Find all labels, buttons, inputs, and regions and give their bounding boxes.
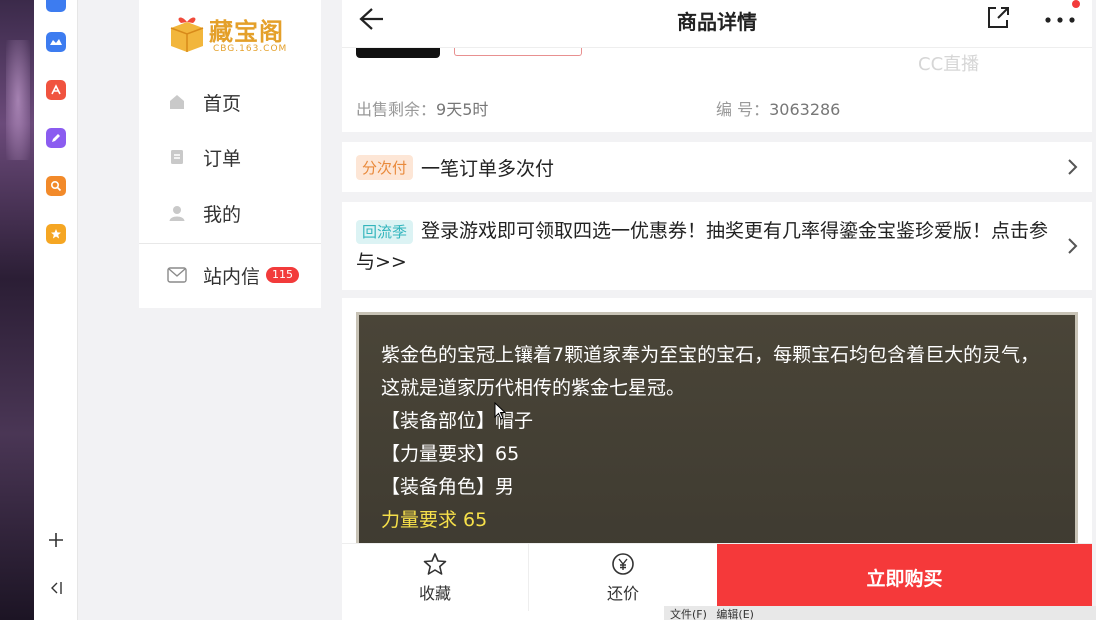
unread-count-badge: 115 bbox=[266, 267, 300, 283]
page-title: 商品详情 bbox=[677, 10, 757, 34]
item-attribute-strength: 【力量要求】65 bbox=[381, 443, 520, 465]
dock-cloud-icon[interactable] bbox=[46, 32, 66, 52]
sidenav-item-label: 站内信 bbox=[203, 265, 261, 288]
desktop-background-art bbox=[0, 0, 36, 620]
bargain-button[interactable]: 还价 bbox=[529, 544, 717, 611]
sidenav-item-inbox[interactable]: 站内信 115 bbox=[167, 260, 317, 290]
item-description-box: 紫金色的宝冠上镶着7颗道家奉为至宝的宝石，每颗宝石均包含着巨大的灵气，这就是道家… bbox=[356, 312, 1078, 552]
add-icon[interactable] bbox=[44, 528, 68, 552]
dock-pdf-icon[interactable] bbox=[46, 80, 66, 100]
chevron-right-icon bbox=[1068, 159, 1078, 175]
bargain-label: 还价 bbox=[606, 583, 639, 603]
gift-box-icon bbox=[170, 17, 204, 52]
app-dock bbox=[34, 0, 78, 620]
home-icon bbox=[167, 92, 187, 112]
favorite-button[interactable]: 收藏 bbox=[342, 544, 528, 611]
mouse-cursor-icon bbox=[494, 402, 506, 420]
sidenav-item-home[interactable]: 首页 bbox=[167, 87, 317, 117]
time-remaining: 出售剩余：9天5时 bbox=[356, 96, 488, 120]
return-season-text: 登录游戏即可领取四选一优惠券！抽奖更有几率得鎏金宝鉴珍爱版！点击参与>> bbox=[356, 220, 1049, 273]
chevron-right-icon bbox=[1068, 238, 1078, 254]
time-remaining-value: 9天5时 bbox=[436, 100, 489, 119]
listing-id: 编 号：3063286 bbox=[716, 96, 840, 120]
time-remaining-label: 出售剩余： bbox=[356, 100, 437, 119]
user-icon bbox=[167, 203, 187, 223]
more-options-icon[interactable] bbox=[1042, 4, 1078, 32]
stream-watermark: CC直播 bbox=[918, 54, 980, 75]
item-attribute-role: 【装备角色】男 bbox=[381, 476, 515, 498]
logo-text: 藏宝阁 bbox=[209, 17, 284, 46]
buy-now-button[interactable]: 立即购买 bbox=[717, 544, 1092, 611]
yen-coin-icon bbox=[612, 552, 634, 575]
mail-icon bbox=[167, 265, 187, 285]
background-window-menubar: 文件(F) 编辑(E) bbox=[664, 606, 1096, 620]
product-detail-panel: CC直播 出售剩余：9天5时 编 号：3063286 商品详情 分次付 一笔订单… bbox=[342, 0, 1092, 620]
sidenav-divider bbox=[139, 243, 321, 244]
star-outline-icon bbox=[423, 552, 447, 575]
sidenav-item-label: 我的 bbox=[203, 203, 242, 226]
dock-star-icon[interactable] bbox=[46, 224, 66, 244]
menu-edit: 编辑(E) bbox=[716, 608, 754, 620]
installment-tag: 分次付 bbox=[356, 155, 414, 180]
dock-edit-icon[interactable] bbox=[46, 128, 66, 148]
sidenav-item-label: 首页 bbox=[203, 92, 242, 115]
menu-file: 文件(F) bbox=[670, 608, 707, 620]
dock-app-blue-icon[interactable] bbox=[46, 0, 66, 12]
item-highlight-requirement: 力量要求 65 bbox=[381, 509, 488, 531]
listing-id-label: 编 号： bbox=[716, 100, 770, 119]
sidenav-item-orders[interactable]: 订单 bbox=[167, 142, 317, 172]
sidenav-item-mine[interactable]: 我的 bbox=[167, 198, 317, 228]
header-bar: 商品详情 bbox=[342, 0, 1092, 48]
item-intro-text: 紫金色的宝冠上镶着7颗道家奉为至宝的宝石，每颗宝石均包含着巨大的灵气，这就是道家… bbox=[381, 344, 1040, 399]
listing-info-section: CC直播 出售剩余：9天5时 编 号：3063286 bbox=[342, 48, 1092, 132]
item-description-section: 紫金色的宝冠上镶着7颗道家奉为至宝的宝石，每颗宝石均包含着巨大的灵气，这就是道家… bbox=[342, 298, 1092, 552]
favorite-label: 收藏 bbox=[418, 583, 451, 603]
listing-id-value: 3063286 bbox=[769, 100, 841, 119]
site-logo[interactable]: 藏宝阁 CBG.163.COM bbox=[167, 8, 297, 58]
return-season-tag: 回流季 bbox=[356, 220, 414, 244]
share-icon[interactable] bbox=[984, 4, 1012, 32]
return-season-promo-row[interactable]: 回流季 登录游戏即可领取四选一优惠券！抽奖更有几率得鎏金宝鉴珍爱版！点击参与>> bbox=[342, 202, 1092, 290]
seller-chip bbox=[356, 48, 440, 58]
site-sidenav: 藏宝阁 CBG.163.COM 首页 订单 我的 站内信 115 bbox=[139, 0, 321, 308]
item-attribute-slot: 【装备部位】帽子 bbox=[381, 410, 534, 432]
logo-domain: CBG.163.COM bbox=[213, 44, 288, 54]
collapse-sidebar-icon[interactable] bbox=[44, 576, 68, 600]
order-icon bbox=[167, 147, 187, 167]
sidenav-item-label: 订单 bbox=[203, 147, 242, 170]
notification-dot bbox=[1072, 0, 1080, 8]
installment-text: 一笔订单多次付 bbox=[421, 158, 555, 180]
dock-search-icon[interactable] bbox=[46, 176, 66, 196]
installment-promo-row[interactable]: 分次付 一笔订单多次付 bbox=[342, 142, 1092, 192]
outline-tag bbox=[454, 48, 582, 56]
